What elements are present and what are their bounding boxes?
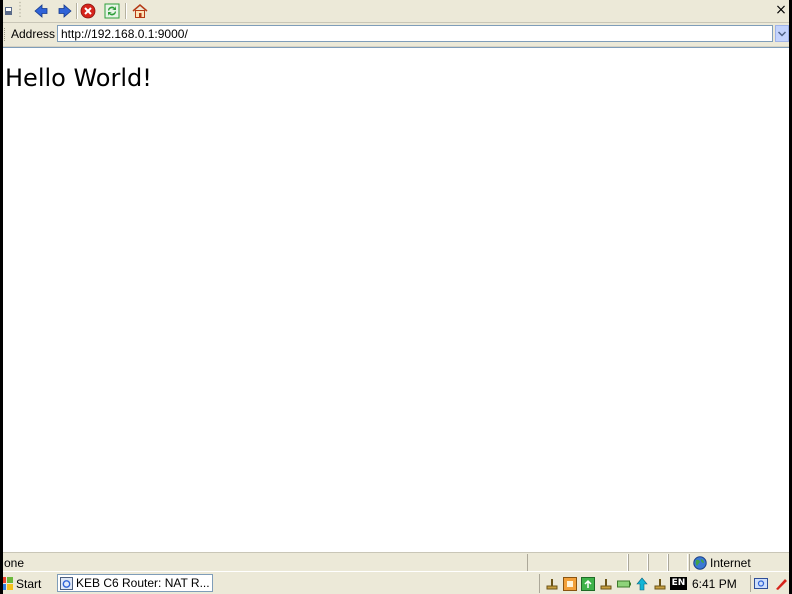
close-button[interactable]: × (773, 0, 789, 20)
status-pane (648, 554, 668, 571)
forward-button[interactable] (55, 1, 75, 20)
home-button[interactable] (130, 1, 150, 20)
address-input[interactable]: http://192.168.0.1:9000/ (57, 25, 773, 42)
globe-icon (693, 556, 707, 570)
back-button[interactable] (31, 1, 51, 20)
zone-label: Internet (710, 556, 751, 570)
toolbar-separator (125, 3, 127, 19)
taskbar-window-title: KEB C6 Router: NAT R... (76, 576, 210, 590)
sync-icon (581, 577, 595, 591)
status-text: one (4, 556, 25, 570)
network-icon (546, 579, 558, 590)
input-language-indicator[interactable]: EN (670, 577, 687, 590)
battery-icon (617, 580, 631, 588)
refresh-button[interactable] (102, 1, 122, 20)
start-label: Start (16, 576, 42, 591)
start-button[interactable]: Start (3, 574, 52, 593)
stop-button[interactable] (78, 1, 98, 20)
system-tray: EN 6:41 PM (539, 574, 789, 593)
taskbar: Start KEB C6 Router: NAT R... EN 6:41 PM (3, 571, 789, 594)
ie-window-icon (60, 576, 73, 590)
stop-icon (80, 3, 96, 18)
address-grip[interactable] (4, 28, 7, 41)
tray-separator (750, 575, 751, 592)
arrow-up-icon (636, 577, 648, 591)
taskbar-window-button[interactable]: KEB C6 Router: NAT R... (57, 574, 213, 592)
address-dropdown-button[interactable] (775, 25, 789, 42)
network-icon (600, 579, 612, 590)
windows-logo-icon (3, 576, 13, 590)
network-icon (654, 579, 666, 590)
refresh-icon (104, 3, 120, 18)
page-heading: Hello World! (5, 64, 152, 92)
clock[interactable]: 6:41 PM (692, 577, 737, 591)
desktop-icon (754, 578, 768, 589)
status-bar: one Internet (3, 552, 789, 572)
status-pane (527, 554, 628, 571)
address-label: Address (11, 27, 56, 41)
media-icon (563, 577, 577, 591)
status-pane (628, 554, 648, 571)
toolbar: ⋮ ⋮ × (3, 0, 789, 23)
home-icon (132, 3, 148, 18)
browser-window: ⋮ ⋮ × Address http://192.168.0.1:9000/ He… (3, 0, 789, 594)
status-pane (668, 554, 688, 571)
back-icon (34, 3, 48, 18)
address-bar: Address http://192.168.0.1:9000/ (3, 23, 789, 47)
chevron-down-icon (778, 30, 786, 37)
pen-icon (776, 579, 787, 590)
forward-icon (58, 3, 72, 18)
toolbar-grip[interactable]: ⋮ ⋮ (15, 2, 25, 19)
security-zone: Internet (689, 554, 789, 571)
page-content: Hello World! (3, 47, 789, 552)
